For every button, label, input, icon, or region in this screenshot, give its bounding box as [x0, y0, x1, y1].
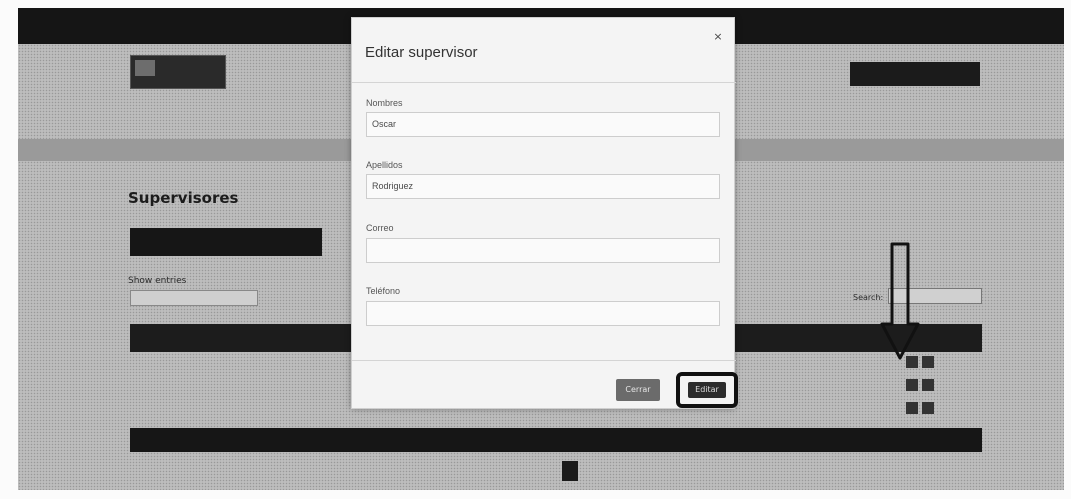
nombres-label: Nombres [366, 98, 403, 108]
screenshot-frame: Supervisores Show entries Search: Editar… [0, 0, 1071, 499]
edit-button[interactable]: Editar [688, 382, 726, 398]
apellidos-label: Apellidos [366, 160, 403, 170]
modal-title: Editar supervisor [365, 44, 478, 61]
row-actions [906, 402, 946, 416]
entries-per-page-select[interactable] [130, 290, 258, 306]
delete-icon[interactable] [922, 356, 934, 368]
apellidos-input[interactable]: Rodriguez [366, 174, 720, 199]
row-actions [906, 379, 946, 393]
correo-label: Correo [366, 223, 394, 233]
edit-button-highlight: Editar [676, 372, 738, 408]
page-title: Supervisores [128, 189, 239, 207]
edit-icon[interactable] [906, 379, 918, 391]
close-icon[interactable]: × [712, 31, 724, 43]
delete-icon[interactable] [922, 402, 934, 414]
telefono-input[interactable] [366, 301, 720, 326]
site-logo[interactable] [130, 55, 226, 89]
down-arrow-annotation-icon [880, 242, 920, 360]
user-menu-button[interactable] [850, 62, 980, 86]
logo-mark [135, 60, 155, 76]
show-entries-label: Show entries [128, 276, 187, 286]
edit-supervisor-modal: Editar supervisor × Nombres Oscar Apelli… [351, 17, 738, 409]
cancel-button[interactable]: Cerrar [616, 379, 660, 401]
table-footer [130, 428, 982, 452]
delete-icon[interactable] [922, 379, 934, 391]
modal-footer-divider [352, 360, 736, 361]
nombres-input[interactable]: Oscar [366, 112, 720, 137]
pagination-current-page[interactable] [562, 461, 578, 481]
pagination [502, 461, 632, 481]
telefono-label: Teléfono [366, 286, 401, 296]
edit-icon[interactable] [906, 402, 918, 414]
modal-header-divider [352, 82, 736, 83]
correo-input[interactable] [366, 238, 720, 263]
create-supervisor-button[interactable] [130, 228, 322, 256]
